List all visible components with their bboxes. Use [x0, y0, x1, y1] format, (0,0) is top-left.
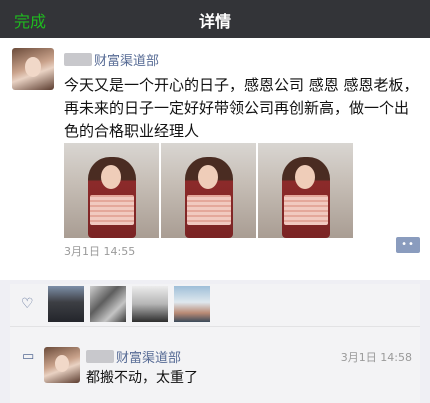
comment-menu-button[interactable]: •• — [396, 237, 420, 253]
like-avatar-2[interactable] — [90, 286, 126, 322]
photo-face — [198, 165, 218, 189]
heart-icon: ♡ — [21, 296, 34, 312]
photo-face — [101, 165, 121, 189]
post-text: 今天又是一个开心的日子，感恩公司 感恩 感恩老板，再未来的日子一定好好带领公司再… — [64, 76, 419, 140]
like-avatar-1[interactable] — [48, 286, 84, 322]
speech-bubble-icon: ▭ — [22, 349, 35, 364]
author-avatar[interactable] — [12, 48, 54, 90]
author-name[interactable]: 财富渠道部 — [64, 50, 159, 69]
commenter-avatar[interactable] — [44, 347, 80, 383]
comment-time: 3月1日 14:58 — [340, 351, 412, 364]
photo-cash-stack — [90, 195, 134, 225]
commenter-name[interactable]: 财富渠道部 — [86, 347, 181, 366]
two-dots-icon: •• — [401, 239, 415, 250]
like-avatar-4[interactable] — [174, 286, 210, 322]
photo-cash-stack — [187, 195, 231, 225]
page-title: 详情 — [198, 12, 231, 31]
comment-text: 都搬不动，太重了 — [86, 370, 198, 386]
comment-item[interactable]: ▭ 财富渠道部 3月1日 14:58 都搬不动，太重了 — [10, 327, 420, 403]
post-photo-2[interactable] — [161, 143, 256, 238]
author-name-text: 财富渠道部 — [94, 54, 160, 69]
commenter-name-text: 财富渠道部 — [116, 351, 182, 366]
redacted-block — [86, 350, 114, 363]
photo-face — [295, 165, 315, 189]
moment-post: 财富渠道部 今天又是一个开心的日子，感恩公司 感恩 感恩老板，再未来的日子一定好… — [0, 38, 430, 280]
like-avatar-3[interactable] — [132, 286, 168, 322]
post-timestamp: 3月1日 14:55 — [64, 245, 136, 258]
redacted-block — [64, 53, 92, 66]
nav-bar: 完成 详情 — [0, 0, 430, 38]
post-photo-3[interactable] — [258, 143, 353, 238]
likes-bar: ♡ — [10, 284, 420, 326]
post-photo-1[interactable] — [64, 143, 159, 238]
photo-cash-stack — [284, 195, 328, 225]
